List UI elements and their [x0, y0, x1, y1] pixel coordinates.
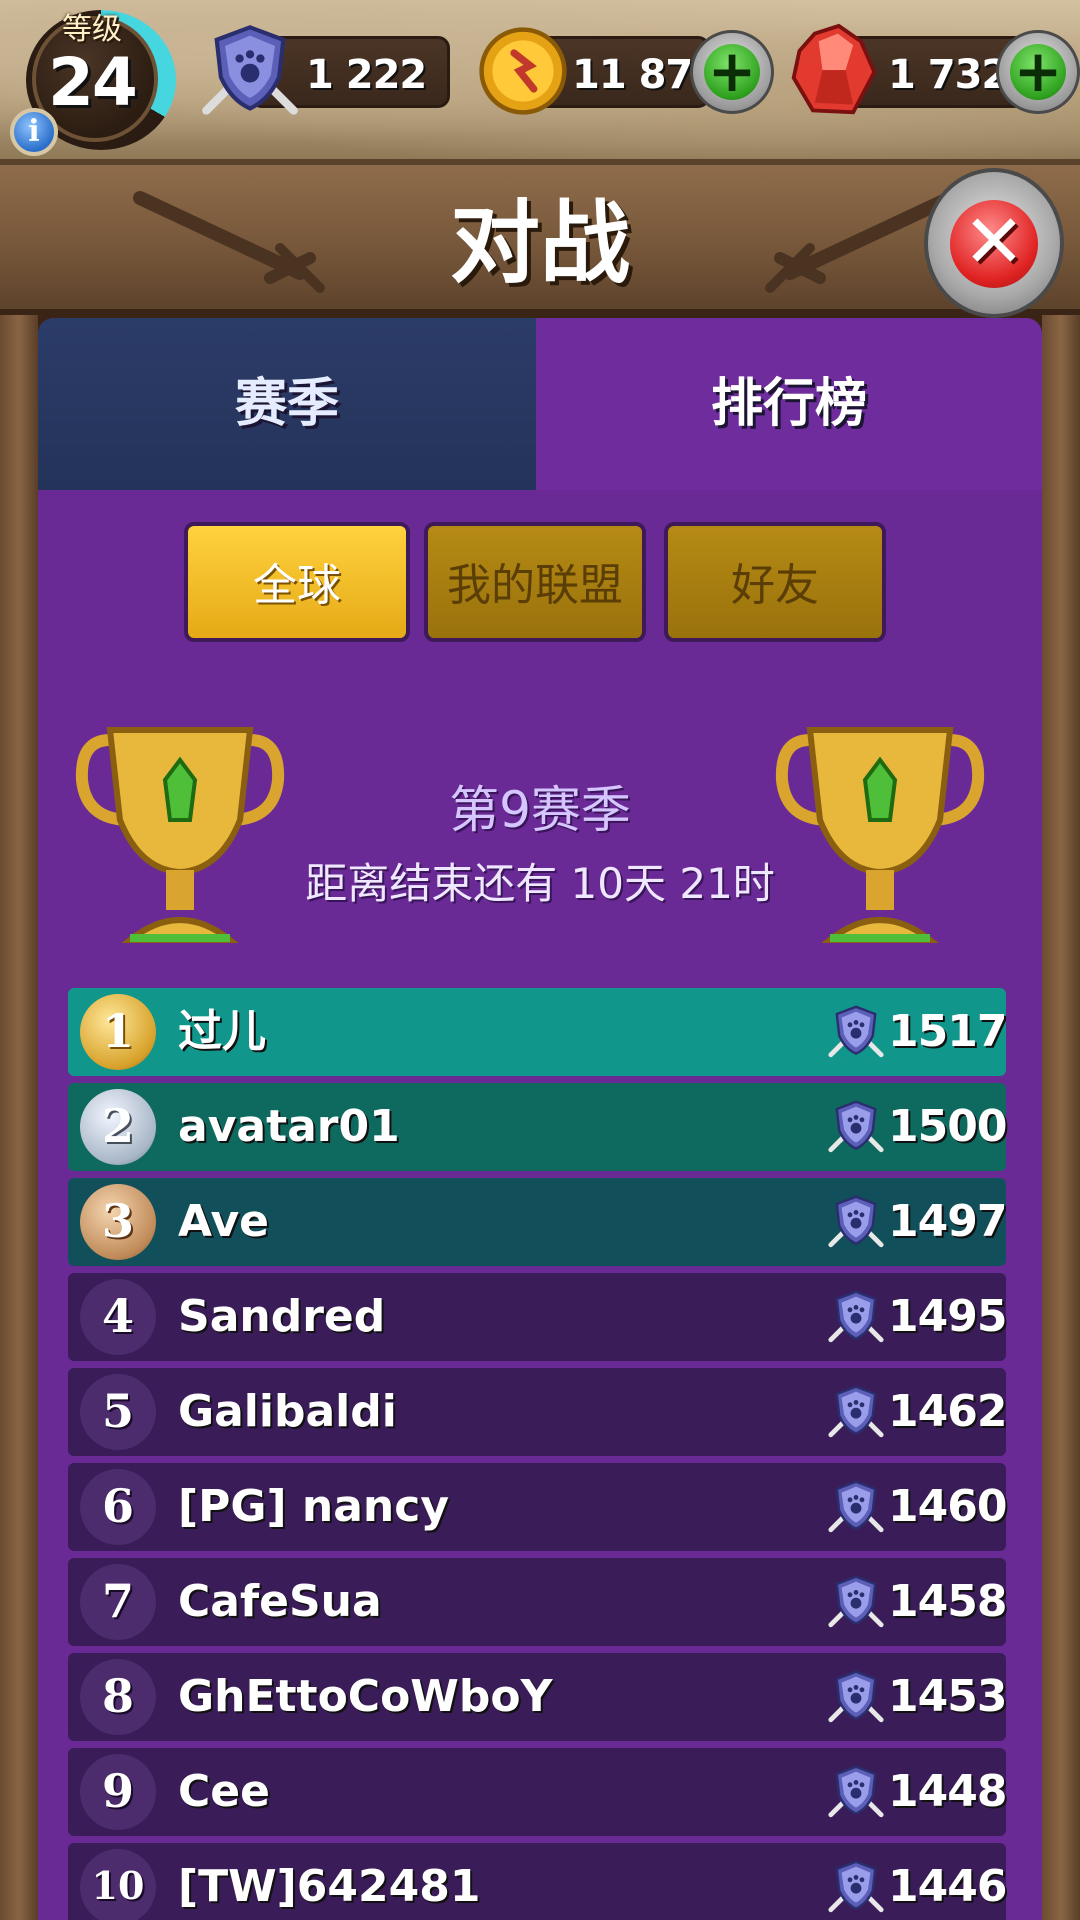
rank-badge: 5	[80, 1374, 156, 1450]
player-score: 1448	[888, 1766, 1007, 1817]
rank-badge: 6	[80, 1469, 156, 1545]
level-value: 24	[48, 44, 138, 121]
trophy-shield-icon	[826, 1192, 886, 1252]
plus-icon: +	[704, 42, 760, 100]
trophy-shield-icon	[826, 1287, 886, 1347]
season-time-remaining: 距离结束还有 10天 21时	[305, 859, 775, 908]
player-score: 1495	[888, 1291, 1007, 1342]
leaderboard-row[interactable]: 1 过儿 1517	[68, 988, 1007, 1076]
page-title: 对战	[450, 191, 630, 296]
player-name: [TW]642481	[178, 1861, 481, 1912]
player-score: 1462	[888, 1386, 1007, 1437]
leaderboard-row[interactable]: 3 Ave 1497	[68, 1178, 1007, 1266]
rank-badge: 9	[80, 1754, 156, 1830]
leaderboard-row[interactable]: 2 avatar01 1500	[68, 1083, 1007, 1171]
player-name: Ave	[178, 1196, 270, 1247]
red-gem-icon	[791, 23, 877, 115]
wood-frame-left	[0, 315, 38, 1920]
trophy-shield-icon	[826, 1857, 886, 1917]
filter-friends-button[interactable]: 好友	[664, 522, 886, 642]
tab-leaderboard[interactable]: 排行榜	[536, 318, 1042, 490]
player-score: 1453	[888, 1671, 1007, 1722]
trophy-shield-icon	[826, 1762, 886, 1822]
player-score: 1460	[888, 1481, 1007, 1532]
player-name: CafeSua	[178, 1576, 382, 1627]
player-score: 1446	[888, 1861, 1007, 1912]
gold-coin-icon	[479, 27, 567, 115]
leaderboard-row[interactable]: 10 [TW]642481 1446	[68, 1843, 1007, 1920]
tab-season[interactable]: 赛季	[38, 318, 536, 490]
leaderboard-row[interactable]: 8 GhEttoCoWboY 1453	[68, 1653, 1007, 1741]
trophy-shield-icon	[826, 1097, 886, 1157]
add-gold-button[interactable]: +	[690, 30, 774, 114]
rank-badge: 3	[80, 1184, 156, 1260]
player-score: 1517	[888, 1006, 1007, 1057]
rank-badge: 10	[80, 1849, 156, 1920]
leaderboard-row[interactable]: 7 CafeSua 1458	[68, 1558, 1007, 1646]
rank-badge: 7	[80, 1564, 156, 1640]
trophy-value: 1 222	[306, 52, 427, 98]
trophy-shield-icon	[826, 1002, 886, 1062]
filter-my-alliance-button[interactable]: 我的联盟	[424, 522, 646, 642]
player-score: 1500	[888, 1101, 1007, 1152]
gem-value: 1 732	[888, 52, 1009, 98]
rank-badge: 1	[80, 994, 156, 1070]
rank-badge: 8	[80, 1659, 156, 1735]
close-icon: ✕	[950, 200, 1038, 288]
player-score: 1458	[888, 1576, 1007, 1627]
rank-badge: 2	[80, 1089, 156, 1165]
season-title: 第9赛季	[449, 781, 631, 839]
info-icon[interactable]: i	[10, 108, 58, 156]
rank-badge: 4	[80, 1279, 156, 1355]
trophy-shield-icon	[202, 25, 298, 115]
player-name: [PG] nancy	[178, 1481, 450, 1532]
player-name: Sandred	[178, 1291, 386, 1342]
player-name: GhEttoCoWboY	[178, 1671, 553, 1722]
wood-frame-right	[1042, 315, 1080, 1920]
trophy-shield-icon	[826, 1667, 886, 1727]
leaderboard-row[interactable]: 9 Cee 1448	[68, 1748, 1007, 1836]
player-name: Galibaldi	[178, 1386, 397, 1437]
leaderboard-row[interactable]: 6 [PG] nancy 1460	[68, 1463, 1007, 1551]
trophy-shield-icon	[826, 1382, 886, 1442]
leaderboard-row[interactable]: 4 Sandred 1495	[68, 1273, 1007, 1361]
level-label: 等级	[62, 12, 122, 47]
close-button[interactable]: ✕	[924, 168, 1064, 318]
trophy-shield-icon	[826, 1477, 886, 1537]
player-score: 1497	[888, 1196, 1007, 1247]
player-name: 过儿	[178, 1006, 266, 1057]
add-gems-button[interactable]: +	[996, 30, 1080, 114]
player-name: Cee	[178, 1766, 270, 1817]
filter-global-button[interactable]: 全球	[184, 522, 410, 642]
leaderboard-row[interactable]: 5 Galibaldi 1462	[68, 1368, 1007, 1456]
plus-icon: +	[1010, 42, 1066, 100]
player-name: avatar01	[178, 1101, 400, 1152]
trophy-shield-icon	[826, 1572, 886, 1632]
